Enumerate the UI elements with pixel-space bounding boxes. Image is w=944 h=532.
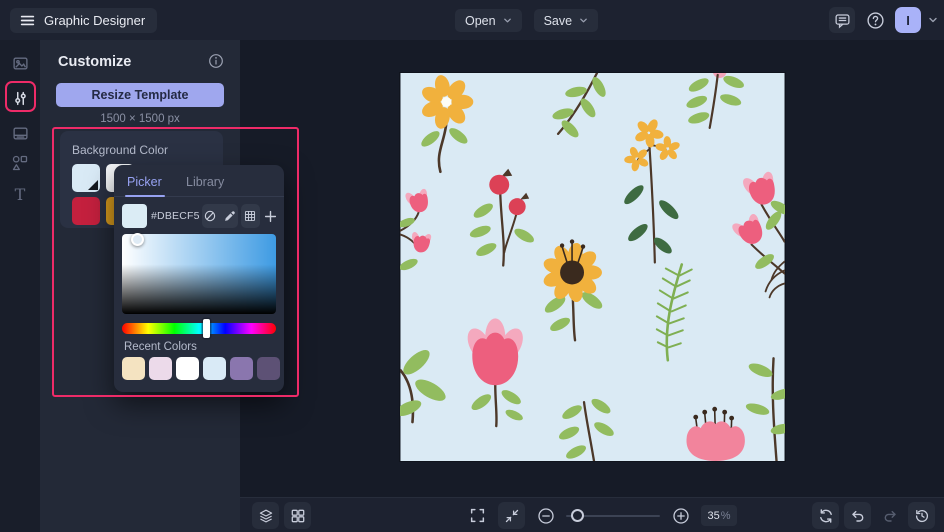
account-chevron-down-icon[interactable] — [928, 15, 938, 25]
tab-picker[interactable]: Picker — [127, 175, 162, 189]
eyedropper-icon[interactable] — [223, 209, 237, 223]
recent-color-swatch[interactable] — [203, 357, 226, 380]
toolbar-zoom-group: 35% — [464, 502, 737, 529]
template-icon — [12, 125, 29, 142]
recent-colors-row — [122, 357, 280, 380]
swatch-grid-icon — [243, 209, 257, 223]
canvas-artboard[interactable] — [400, 73, 785, 461]
sidebar-item-text[interactable]: T — [0, 180, 40, 210]
picker-tabs: Picker Library — [114, 165, 284, 197]
recent-color-swatch[interactable] — [257, 357, 280, 380]
undo-button[interactable] — [844, 502, 871, 529]
sidebar-item-images[interactable] — [0, 48, 40, 78]
active-tab-underline — [125, 194, 165, 197]
help-button[interactable] — [862, 7, 888, 33]
feedback-button[interactable] — [829, 7, 855, 33]
fit-screen-button[interactable] — [498, 502, 525, 529]
feedback-bubble-icon — [834, 12, 851, 29]
add-color-button[interactable] — [263, 204, 278, 228]
zoom-slider[interactable] — [566, 502, 660, 529]
redo-icon — [882, 508, 898, 524]
hue-handle[interactable] — [203, 319, 210, 338]
main-menu-button[interactable]: Graphic Designer — [10, 8, 158, 33]
color-picker-popup: Picker Library #DBECF5 Recent Colors — [114, 165, 284, 392]
app-title: Graphic Designer — [44, 13, 146, 28]
history-button[interactable] — [908, 502, 935, 529]
recent-color-swatch[interactable] — [176, 357, 199, 380]
hue-slider[interactable] — [122, 319, 276, 338]
save-button[interactable]: Save — [533, 9, 599, 32]
tab-library[interactable]: Library — [186, 175, 224, 189]
template-dimensions: 1500 × 1500 px — [100, 113, 180, 125]
reset-button[interactable] — [812, 502, 839, 529]
grid-view-button[interactable] — [284, 502, 311, 529]
recent-colors-label: Recent Colors — [124, 341, 197, 353]
recent-color-swatch[interactable] — [230, 357, 253, 380]
toolbar-history-group — [812, 502, 935, 529]
fullscreen-icon — [469, 507, 486, 524]
add-color-icon — [263, 209, 278, 224]
zoom-slider-handle[interactable] — [571, 509, 584, 522]
grid-view-icon — [290, 508, 306, 524]
history-icon — [914, 508, 930, 524]
image-icon — [12, 55, 29, 72]
account-actions: I — [829, 7, 938, 33]
file-actions: Open Save — [455, 9, 599, 32]
sidebar-item-customize[interactable] — [0, 83, 40, 113]
background-swatch-red[interactable] — [72, 197, 100, 225]
shapes-icon — [11, 154, 29, 172]
hex-row: #DBECF5 — [122, 203, 278, 229]
background-color-label: Background Color — [72, 143, 169, 157]
zoom-in-button[interactable] — [667, 502, 694, 529]
top-bar: Graphic Designer Open Save I — [0, 0, 944, 40]
chevron-down-icon — [503, 16, 512, 25]
chevron-down-icon — [579, 16, 588, 25]
zoom-level-display[interactable]: 35% — [701, 505, 737, 526]
adjust-sliders-icon — [12, 90, 29, 107]
current-color-swatch[interactable] — [122, 204, 147, 228]
fit-screen-icon — [504, 508, 520, 524]
zoom-out-button[interactable] — [532, 502, 559, 529]
toolbar-left-group — [252, 502, 311, 529]
text-icon: T — [14, 185, 26, 204]
sidebar-item-templates[interactable] — [0, 118, 40, 148]
layers-button[interactable] — [252, 502, 279, 529]
undo-icon — [850, 508, 866, 524]
plus-circle-icon — [672, 507, 690, 525]
swatch-grid-button[interactable] — [240, 204, 260, 228]
tool-sidebar: T — [0, 40, 40, 532]
help-icon — [866, 11, 885, 30]
sidebar-item-graphics[interactable] — [0, 148, 40, 178]
graphic-designer-app: Graphic Designer Open Save I T Customize… — [0, 0, 944, 532]
user-avatar[interactable]: I — [895, 7, 921, 33]
background-swatch-current[interactable] — [72, 164, 100, 192]
floral-pattern-artwork — [400, 73, 785, 461]
minus-circle-icon — [537, 507, 555, 525]
resize-template-button[interactable]: Resize Template — [56, 83, 224, 107]
reset-icon — [818, 508, 834, 524]
redo-button[interactable] — [876, 502, 903, 529]
saturation-brightness-area[interactable] — [122, 233, 276, 314]
hamburger-icon — [19, 12, 36, 29]
recent-color-swatch[interactable] — [149, 357, 172, 380]
open-button[interactable]: Open — [455, 9, 522, 32]
layers-icon — [258, 508, 274, 524]
panel-title: Customize — [58, 54, 132, 70]
no-color-icon[interactable] — [203, 209, 217, 223]
color-tool-group — [202, 204, 238, 228]
hex-input[interactable]: #DBECF5 — [151, 205, 199, 227]
saturation-handle[interactable] — [131, 233, 144, 246]
fullscreen-button[interactable] — [464, 502, 491, 529]
recent-color-swatch[interactable] — [122, 357, 145, 380]
info-icon[interactable] — [208, 53, 224, 69]
bottom-toolbar: 35% — [240, 497, 944, 532]
